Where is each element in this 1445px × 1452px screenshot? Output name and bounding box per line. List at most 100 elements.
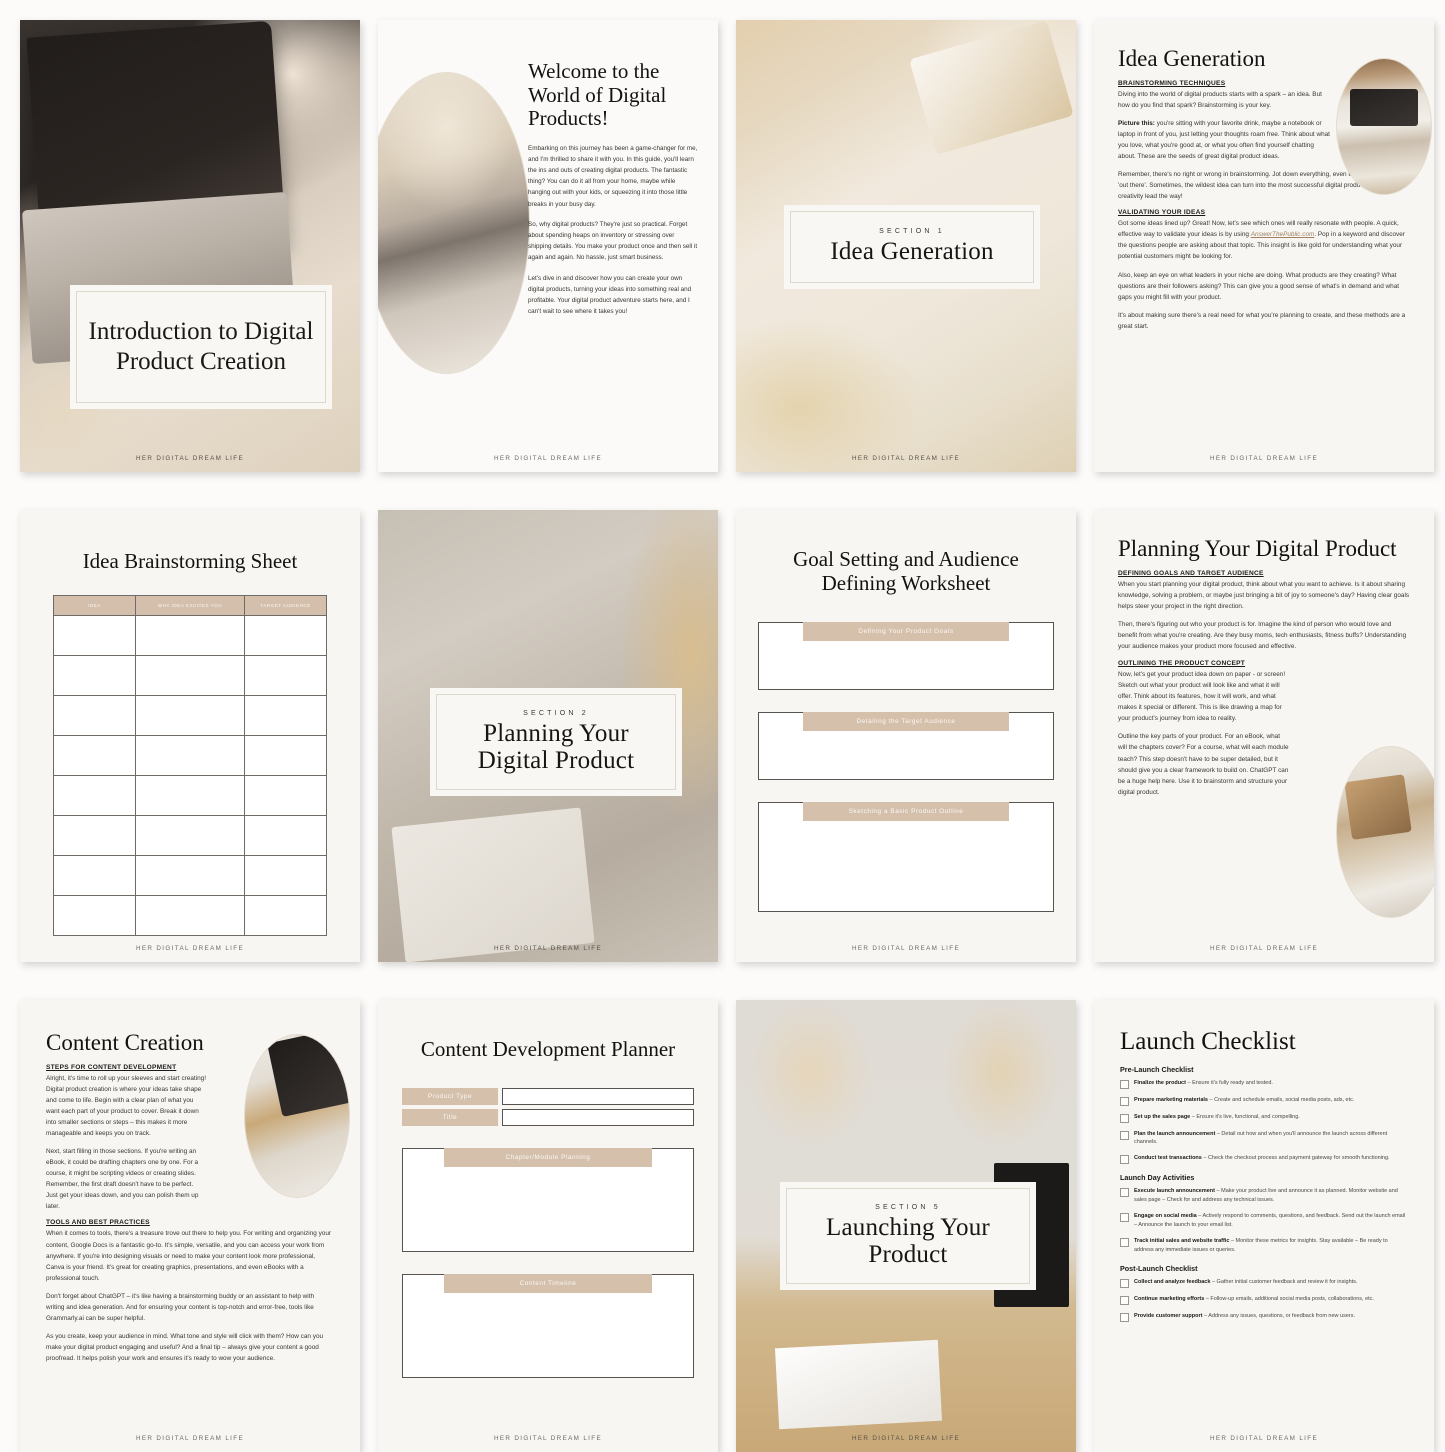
checklist-item[interactable]: Finalize the product – Ensure it's fully… bbox=[1120, 1079, 1408, 1089]
checkbox-icon[interactable] bbox=[1120, 1096, 1129, 1106]
checklist-item-bold: Finalize the product bbox=[1134, 1079, 1186, 1086]
page-footer: HER DIGITAL DREAM LIFE bbox=[1209, 455, 1319, 462]
checklist-item-text: Track initial sales and website traffic … bbox=[1134, 1237, 1408, 1255]
cell-audience[interactable] bbox=[244, 615, 327, 656]
page-footer: HER DIGITAL DREAM LIFE bbox=[135, 945, 245, 952]
cell-why[interactable] bbox=[134, 695, 246, 736]
checklist-item[interactable]: Collect and analyze feedback – Gather in… bbox=[1120, 1278, 1408, 1288]
table-row[interactable] bbox=[53, 655, 327, 696]
page-card-cover[interactable]: Introduction to Digital Product Creation… bbox=[20, 20, 360, 472]
label-title: Title bbox=[402, 1108, 498, 1126]
cell-idea[interactable] bbox=[53, 615, 136, 656]
cell-audience[interactable] bbox=[244, 655, 327, 696]
brainstorm-table-body[interactable] bbox=[53, 615, 327, 936]
cell-audience[interactable] bbox=[244, 735, 327, 776]
cell-idea[interactable] bbox=[53, 775, 136, 816]
checklist-item[interactable]: Provide customer support – Address any i… bbox=[1120, 1312, 1408, 1322]
checklist-section-heading-pre-launch: Pre-Launch Checklist bbox=[1120, 1064, 1194, 1074]
cell-why[interactable] bbox=[134, 815, 246, 856]
cell-why[interactable] bbox=[134, 895, 246, 936]
para-picture-this: Picture this: you're sitting with your f… bbox=[1118, 118, 1330, 162]
checklist-section-heading-post-launch: Post-Launch Checklist bbox=[1120, 1263, 1198, 1273]
checkbox-icon[interactable] bbox=[1120, 1237, 1129, 1247]
checklist-item-bold: Continue marketing efforts bbox=[1134, 1295, 1205, 1302]
para-defining-goals: When you start planning your digital pro… bbox=[1118, 581, 1410, 611]
table-row[interactable] bbox=[53, 815, 327, 856]
table-row[interactable] bbox=[53, 615, 327, 656]
cell-idea[interactable] bbox=[53, 735, 136, 776]
page-card-section-2[interactable]: SECTION 2 Planning Your Digital Product … bbox=[378, 510, 718, 962]
para-validating: Got some ideas lined up? Great! Now, let… bbox=[1118, 218, 1410, 262]
input-title[interactable] bbox=[502, 1108, 694, 1126]
page-gallery-grid: Introduction to Digital Product Creation… bbox=[0, 0, 1445, 1452]
cell-idea[interactable] bbox=[53, 855, 136, 896]
checkbox-icon[interactable] bbox=[1120, 1312, 1129, 1322]
para-audience-in-mind: As you create, keep your audience in min… bbox=[46, 1332, 324, 1362]
checklist-item-bold: Set up the sales page bbox=[1134, 1113, 1191, 1120]
checklist-item-rest: – Ensure it's fully ready and tested. bbox=[1185, 1079, 1273, 1086]
checkbox-icon[interactable] bbox=[1120, 1079, 1129, 1089]
checkbox-icon[interactable] bbox=[1120, 1155, 1129, 1165]
checklist-item-text: Plan the launch announcement – Detail ou… bbox=[1134, 1130, 1408, 1148]
page-card-launch-checklist[interactable]: Launch Checklist Pre-Launch Checklist Fi… bbox=[1094, 1000, 1434, 1452]
checklist-item-text: Conduct test transactions – Check the ch… bbox=[1134, 1154, 1390, 1163]
checkbox-icon[interactable] bbox=[1120, 1130, 1129, 1140]
checklist-item[interactable]: Prepare marketing materials – Create and… bbox=[1120, 1096, 1408, 1106]
cell-why[interactable] bbox=[134, 735, 246, 776]
para-real-need: It's about making sure there's a real ne… bbox=[1118, 311, 1406, 330]
page-card-section-1[interactable]: SECTION 1 Idea Generation HER DIGITAL DR… bbox=[736, 20, 1076, 472]
cell-idea[interactable] bbox=[53, 655, 136, 696]
brainstorm-table[interactable]: IDEA WHY IDEA EXCITES YOU TARGET AUDIENC… bbox=[53, 595, 327, 936]
cell-idea[interactable] bbox=[53, 695, 136, 736]
page-card-idea-generation[interactable]: Idea Generation BRAINSTORMING TECHNIQUES… bbox=[1094, 20, 1434, 472]
page-card-section-5[interactable]: SECTION 5 Launching Your Product HER DIG… bbox=[736, 1000, 1076, 1452]
checkbox-icon[interactable] bbox=[1120, 1278, 1129, 1288]
checkbox-icon[interactable] bbox=[1120, 1113, 1129, 1123]
checklist-item[interactable]: Set up the sales page – Ensure it's live… bbox=[1120, 1113, 1408, 1123]
checklist-item-bold: Engage on social media bbox=[1134, 1213, 1197, 1220]
table-row[interactable] bbox=[53, 855, 327, 896]
page-footer: HER DIGITAL DREAM LIFE bbox=[493, 1435, 603, 1442]
para-key-parts: Outline the key parts of your product. F… bbox=[1118, 733, 1289, 796]
checkbox-icon[interactable] bbox=[1120, 1213, 1129, 1223]
table-row[interactable] bbox=[53, 695, 327, 736]
cell-why[interactable] bbox=[134, 775, 246, 816]
section-5-title: Launching Your Product bbox=[826, 1214, 990, 1268]
checkbox-icon[interactable] bbox=[1120, 1295, 1129, 1305]
page-card-welcome[interactable]: Welcome to the World of Digital Products… bbox=[378, 20, 718, 472]
cell-why[interactable] bbox=[134, 655, 246, 696]
section-1-title: Idea Generation bbox=[830, 238, 994, 266]
cell-audience[interactable] bbox=[244, 695, 327, 736]
checklist-item[interactable]: Continue marketing efforts – Follow-up e… bbox=[1120, 1295, 1408, 1305]
cell-audience[interactable] bbox=[244, 855, 327, 896]
cell-idea[interactable] bbox=[53, 815, 136, 856]
checklist-item[interactable]: Plan the launch announcement – Detail ou… bbox=[1120, 1130, 1408, 1148]
checkbox-icon[interactable] bbox=[1120, 1188, 1129, 1198]
para-filling-sections: Next, start filling in those sections. I… bbox=[46, 1148, 199, 1211]
cell-audience[interactable] bbox=[244, 895, 327, 936]
checklist-item[interactable]: Track initial sales and website traffic … bbox=[1120, 1237, 1408, 1255]
checklist-item[interactable]: Execute launch announcement – Make your … bbox=[1120, 1187, 1408, 1205]
cell-why[interactable] bbox=[134, 855, 246, 896]
cell-audience[interactable] bbox=[244, 775, 327, 816]
page-card-brainstorm-sheet[interactable]: Idea Brainstorming Sheet IDEA WHY IDEA E… bbox=[20, 510, 360, 962]
page-footer: HER DIGITAL DREAM LIFE bbox=[851, 1435, 961, 1442]
input-product-type[interactable] bbox=[502, 1087, 694, 1105]
checklist-item-text: Continue marketing efforts – Follow-up e… bbox=[1134, 1295, 1374, 1304]
checklist-item[interactable]: Conduct test transactions – Check the ch… bbox=[1120, 1154, 1408, 1165]
table-row[interactable] bbox=[53, 735, 327, 776]
cell-why[interactable] bbox=[134, 615, 246, 656]
page-card-planning-product[interactable]: Planning Your Digital Product DEFINING G… bbox=[1094, 510, 1434, 962]
welcome-title: Welcome to the World of Digital Products… bbox=[528, 59, 667, 131]
table-header-row: IDEA WHY IDEA EXCITES YOU TARGET AUDIENC… bbox=[53, 595, 327, 616]
table-row[interactable] bbox=[53, 775, 327, 816]
cell-idea[interactable] bbox=[53, 895, 136, 936]
page-card-content-creation[interactable]: Content Creation STEPS FOR CONTENT DEVEL… bbox=[20, 1000, 360, 1452]
checklist-item[interactable]: Engage on social media – Actively respon… bbox=[1120, 1212, 1408, 1230]
page-card-goal-setting[interactable]: Goal Setting and Audience Defining Works… bbox=[736, 510, 1076, 962]
answerthepublic-link[interactable]: AnswerThePublic.com bbox=[1251, 231, 1315, 238]
heading-tools-best-practices: TOOLS AND BEST PRACTICES bbox=[46, 1219, 150, 1227]
cell-audience[interactable] bbox=[244, 815, 327, 856]
table-row[interactable] bbox=[53, 895, 327, 936]
page-card-content-planner[interactable]: Content Development Planner Product Type… bbox=[378, 1000, 718, 1452]
